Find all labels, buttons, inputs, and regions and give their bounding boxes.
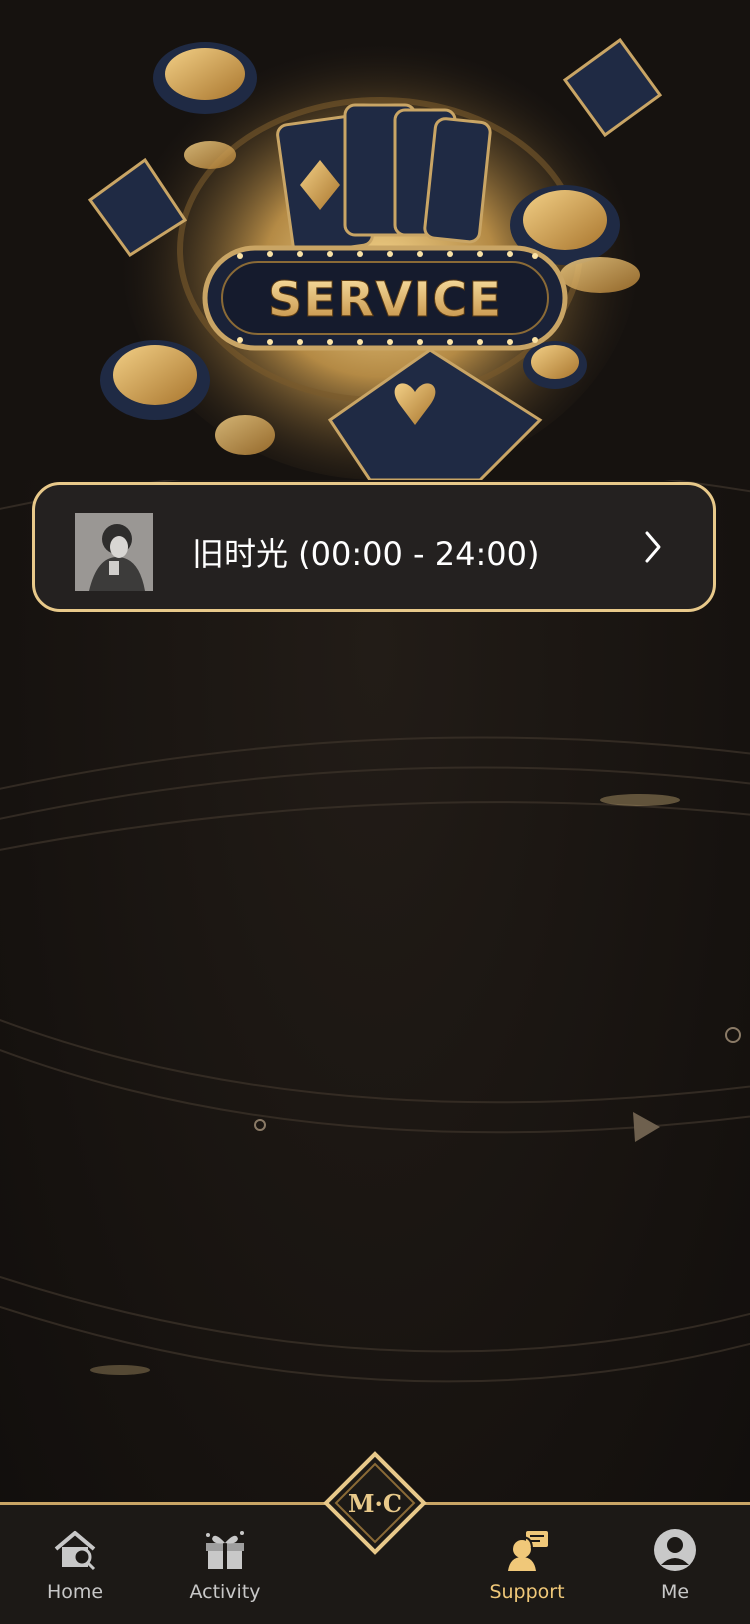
nav-activity[interactable]: Activity xyxy=(170,1527,280,1617)
service-hero-illustration: SERVICE xyxy=(0,0,750,480)
nav-me[interactable]: Me xyxy=(620,1527,730,1617)
nav-activity-label: Activity xyxy=(189,1581,261,1603)
home-icon xyxy=(54,1531,96,1571)
support-page: SERVICE 旧时光 (00:00 - 24:00) Home Activit… xyxy=(0,0,750,1624)
nav-home[interactable]: Home xyxy=(20,1527,130,1617)
user-profile-icon xyxy=(654,1529,696,1571)
hero-banner-text: SERVICE xyxy=(268,272,502,328)
nav-home-label: Home xyxy=(46,1581,104,1603)
nav-support[interactable]: Support xyxy=(472,1527,582,1617)
mc-logo[interactable]: M·C xyxy=(322,1450,428,1556)
agent-label: 旧时光 (00:00 - 24:00) xyxy=(192,535,540,573)
service-agent-item[interactable]: 旧时光 (00:00 - 24:00) xyxy=(32,482,716,612)
gift-icon xyxy=(206,1531,244,1569)
nav-me-label: Me xyxy=(660,1581,690,1603)
nav-support-label: Support xyxy=(489,1581,565,1603)
mc-logo-text: M·C xyxy=(348,1489,402,1518)
support-agent-icon xyxy=(508,1531,548,1571)
agent-avatar xyxy=(75,513,153,591)
chevron-right-icon xyxy=(645,531,661,563)
